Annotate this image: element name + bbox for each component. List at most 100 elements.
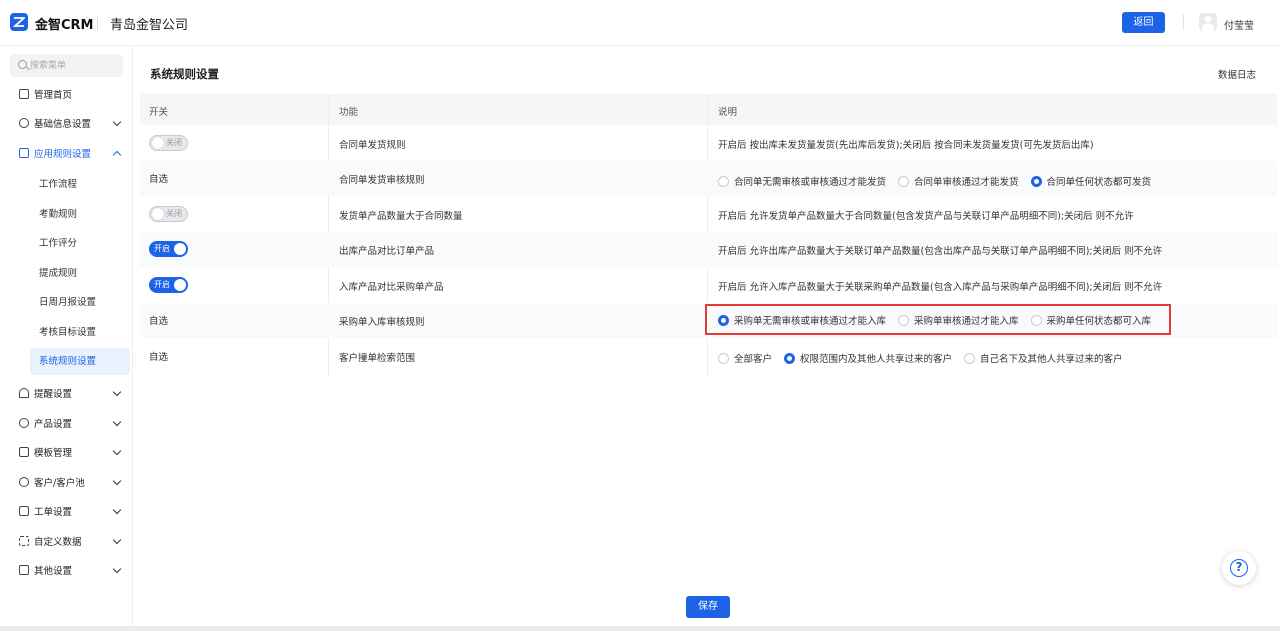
sidebar-item-label: 提醒设置 xyxy=(34,389,73,400)
chevron-down-icon xyxy=(112,417,122,427)
chevron-down-icon xyxy=(112,117,122,127)
ticket-icon xyxy=(19,506,29,516)
function-name: 发货单产品数量大于合同数量 xyxy=(339,211,463,222)
chevron-down-icon xyxy=(112,505,122,515)
home-icon xyxy=(19,89,29,99)
sidebar-item-reminders[interactable]: 提醒设置 xyxy=(10,381,128,405)
help-button[interactable]: ? xyxy=(1222,551,1256,585)
document-icon xyxy=(19,148,29,158)
toggle-switch[interactable]: 开启 xyxy=(149,241,188,257)
sidebar-item-home[interactable]: 管理首页 xyxy=(10,82,128,106)
switch-text: 自选 xyxy=(149,352,169,363)
avatar-icon[interactable] xyxy=(1199,13,1217,31)
sidebar-subitem-scoring[interactable]: 工作评分 xyxy=(30,230,130,257)
radio-option[interactable]: 自己名下及其他人共享过来的客户 xyxy=(964,351,1123,365)
page-title: 系统规则设置 xyxy=(150,67,219,81)
customer-icon xyxy=(19,477,29,487)
chevron-down-icon xyxy=(112,564,122,574)
sidebar-item-app-rules[interactable]: 应用规则设置 xyxy=(10,141,128,165)
help-icon: ? xyxy=(1230,559,1248,577)
sidebar-subitem-workflow[interactable]: 工作流程 xyxy=(30,171,130,198)
description-text: 开启后 允许出库产品数量大于关联订单产品数量(包含出库产品与关联订单产品明细不同… xyxy=(718,246,1163,257)
radio-group: 全部客户 权限范围内及其他人共享过来的客户 自己名下及其他人共享过来的客户 xyxy=(718,351,1135,365)
chevron-down-icon xyxy=(112,387,122,397)
column-header-description: 说明 xyxy=(718,107,738,118)
sidebar-item-label: 产品设置 xyxy=(34,419,73,430)
radio-icon[interactable] xyxy=(718,352,729,364)
radio-icon[interactable] xyxy=(964,352,976,364)
function-name: 客户撞单检索范围 xyxy=(339,353,416,364)
table-header: 开关 功能 说明 xyxy=(140,94,1277,125)
radio-option[interactable]: 合同单无需审核或审核通过才能发货 xyxy=(718,174,886,188)
toggle-label: 开启 xyxy=(154,280,170,289)
table-row: 自选 客户撞单检索范围 全部客户 权限范围内及其他人共享过来的客户 自己名下及其… xyxy=(140,339,1277,374)
sidebar-subitem-reports[interactable]: 日周月报设置 xyxy=(30,289,130,316)
company-name: 青岛金智公司 xyxy=(110,18,189,33)
radio-option[interactable]: 合同单任何状态都可发货 xyxy=(1030,174,1151,188)
switch-text: 自选 xyxy=(149,174,169,185)
divider xyxy=(1183,14,1184,30)
save-button[interactable]: 保存 xyxy=(686,596,730,618)
function-name: 入库产品对比采购单产品 xyxy=(339,282,444,293)
menu-search[interactable] xyxy=(10,54,123,77)
column-header-switch: 开关 xyxy=(149,107,169,118)
function-name: 合同单发货规则 xyxy=(339,140,406,151)
toggle-switch[interactable]: 关闭 xyxy=(149,206,188,222)
user-name[interactable]: 付莹莹 xyxy=(1224,17,1254,32)
sidebar-item-custom-data[interactable]: 自定义数据 xyxy=(10,529,128,553)
toggle-switch[interactable]: 开启 xyxy=(149,277,188,293)
back-button[interactable]: 返回 xyxy=(1122,12,1165,33)
function-name: 合同单发货审核规则 xyxy=(339,175,425,186)
taskbar xyxy=(0,626,1280,631)
description-text: 开启后 允许发货单产品数量大于合同数量(包含发货产品与关联订单产品明细不同);关… xyxy=(718,211,1134,222)
table-row: 自选 合同单发货审核规则 合同单无需审核或审核通过才能发货 合同单审核通过才能发… xyxy=(140,161,1277,196)
sidebar-subitem-attendance[interactable]: 考勤规则 xyxy=(30,201,130,228)
chevron-down-icon xyxy=(112,476,122,486)
switch-text: 自选 xyxy=(149,316,169,327)
sidebar-subitem-targets[interactable]: 考核目标设置 xyxy=(30,319,130,346)
grid-icon xyxy=(19,565,29,575)
column-header-function: 功能 xyxy=(339,107,359,118)
description-text: 开启后 按出库未发货量发货(先出库后发货);关闭后 按合同未发货量发货(可先发货… xyxy=(718,140,1094,151)
highlight-annotation xyxy=(705,304,1171,335)
table-row: 关闭 合同单发货规则 开启后 按出库未发货量发货(先出库后发货);关闭后 按合同… xyxy=(140,126,1277,161)
chevron-down-icon xyxy=(112,535,122,545)
box-icon xyxy=(19,418,29,428)
radio-icon[interactable] xyxy=(718,175,729,187)
top-bar: 金智CRM 青岛金智公司 返回 付莹莹 xyxy=(0,0,1280,46)
sidebar-item-customers[interactable]: 客户/客户池 xyxy=(10,470,128,494)
chevron-down-icon xyxy=(112,446,122,456)
search-input[interactable] xyxy=(30,58,118,73)
sidebar-item-label: 工单设置 xyxy=(34,507,73,518)
brand-name: 金智CRM xyxy=(35,18,94,33)
toggle-switch[interactable]: 关闭 xyxy=(149,135,188,151)
radio-option[interactable]: 全部客户 xyxy=(718,351,772,365)
sidebar-item-other[interactable]: 其他设置 xyxy=(10,558,128,582)
custom-data-icon xyxy=(19,536,29,546)
radio-icon[interactable] xyxy=(898,175,910,187)
sidebar-item-label: 管理首页 xyxy=(34,90,73,101)
sidebar-subitem-system-rules[interactable]: 系统规则设置 xyxy=(30,348,130,375)
sidebar-item-products[interactable]: 产品设置 xyxy=(10,411,128,435)
sidebar-subitem-commission[interactable]: 提成规则 xyxy=(30,260,130,287)
table-row: 开启 出库产品对比订单产品 开启后 允许出库产品数量大于关联订单产品数量(包含出… xyxy=(140,232,1277,267)
radio-option[interactable]: 权限范围内及其他人共享过来的客户 xyxy=(784,351,952,365)
divider xyxy=(97,15,98,30)
sidebar-item-templates[interactable]: 模板管理 xyxy=(10,440,128,464)
data-log-link[interactable]: 数据日志 xyxy=(1218,67,1256,81)
radio-checked-icon[interactable] xyxy=(1030,175,1042,187)
bell-icon xyxy=(19,388,29,398)
radio-option[interactable]: 合同单审核通过才能发货 xyxy=(898,174,1019,188)
sidebar-item-basic-info[interactable]: 基础信息设置 xyxy=(10,111,128,135)
sidebar-item-label: 客户/客户池 xyxy=(34,478,85,489)
table-row: 开启 入库产品对比采购单产品 开启后 允许入库产品数量大于关联采购单产品数量(包… xyxy=(140,268,1277,303)
sidebar-item-label: 自定义数据 xyxy=(34,537,82,548)
function-name: 采购单入库审核规则 xyxy=(339,317,425,328)
toggle-label: 关闭 xyxy=(166,138,182,147)
radio-checked-icon[interactable] xyxy=(784,352,796,364)
description-text: 开启后 允许入库产品数量大于关联采购单产品数量(包含入库产品与采购单产品明细不同… xyxy=(718,282,1163,293)
function-name: 出库产品对比订单产品 xyxy=(339,246,435,257)
sidebar-item-label: 其他设置 xyxy=(34,566,73,577)
search-icon xyxy=(18,60,27,69)
sidebar-item-tickets[interactable]: 工单设置 xyxy=(10,499,128,523)
